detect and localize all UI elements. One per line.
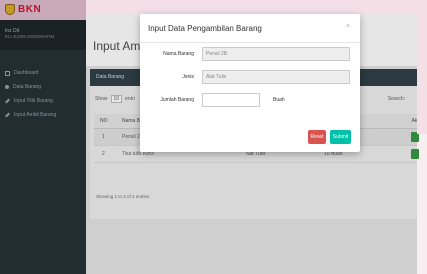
row-number: 2 [102, 151, 105, 157]
circle-icon [5, 85, 9, 89]
modal-title: Input Data Pengambilan Barang [148, 24, 262, 33]
sidebar-menu: Dashboard Data Barang Input Titik Barang… [0, 66, 86, 122]
submit-button[interactable]: Submit [330, 130, 351, 144]
emblem-icon [5, 4, 15, 15]
jumlah-barang-field[interactable] [202, 93, 260, 107]
nama-barang-label: Nama Barang [163, 51, 194, 57]
app-window: Input Ambil Data Barang Show 10 entri Se… [0, 0, 427, 274]
input-modal: Input Data Pengambilan Barang × Nama Bar… [140, 14, 360, 152]
pencil-icon [5, 112, 10, 118]
unit-label: Buah [273, 97, 285, 103]
table-info: Showing 1 to 2 of 2 entries [96, 194, 150, 199]
sidebar-item-label: Input Ambil Barang [14, 112, 57, 118]
show-label: Show [95, 96, 108, 102]
dashboard-icon [5, 70, 10, 76]
jenis-field[interactable]: Alat Tulis [202, 70, 350, 84]
pencil-icon [5, 98, 10, 104]
logo-text: BKN [18, 4, 42, 15]
entries-select[interactable]: 10 [110, 95, 123, 103]
user-profile: Inz Dit ELI JUNIS KEMONATIM [0, 20, 86, 50]
close-icon[interactable]: × [346, 23, 350, 30]
sidebar-item-label: Input Titik Barang [14, 98, 53, 104]
nama-barang-field[interactable]: Pensil 2B [202, 47, 350, 61]
box-title: Data Barang [96, 74, 125, 80]
search-label: Search: [387, 96, 405, 102]
sidebar-item-input-titik[interactable]: Input Titik Barang [0, 94, 86, 108]
row-number: 1 [102, 134, 105, 140]
column-header-no[interactable]: NO [100, 118, 108, 124]
sidebar-item-dashboard[interactable]: Dashboard [0, 66, 86, 80]
action-button[interactable] [411, 149, 419, 159]
reset-button[interactable]: Reset [308, 130, 326, 144]
show-entries: Show 10 entri [95, 95, 135, 103]
sidebar-item-label: Dashboard [14, 70, 39, 76]
sidebar-item-input-ambil[interactable]: Input Ambil Barang [0, 108, 86, 122]
jenis-label: Jenis [182, 74, 194, 80]
divider [140, 42, 360, 43]
sidebar-item-data-barang[interactable]: Data Barang [0, 80, 86, 94]
background-strip [417, 14, 427, 134]
profile-subtitle: ELI JUNIS KEMONATIM [5, 34, 55, 39]
sidebar: Inz Dit ELI JUNIS KEMONATIM Dashboard Da… [0, 20, 86, 274]
background-strip [86, 0, 427, 14]
top-header: BKN [0, 0, 86, 20]
jumlah-barang-label: Jumlah Barang [160, 97, 194, 103]
entries-label: entri [125, 96, 135, 102]
logo[interactable]: BKN [5, 4, 41, 15]
sidebar-item-label: Data Barang [13, 84, 42, 90]
